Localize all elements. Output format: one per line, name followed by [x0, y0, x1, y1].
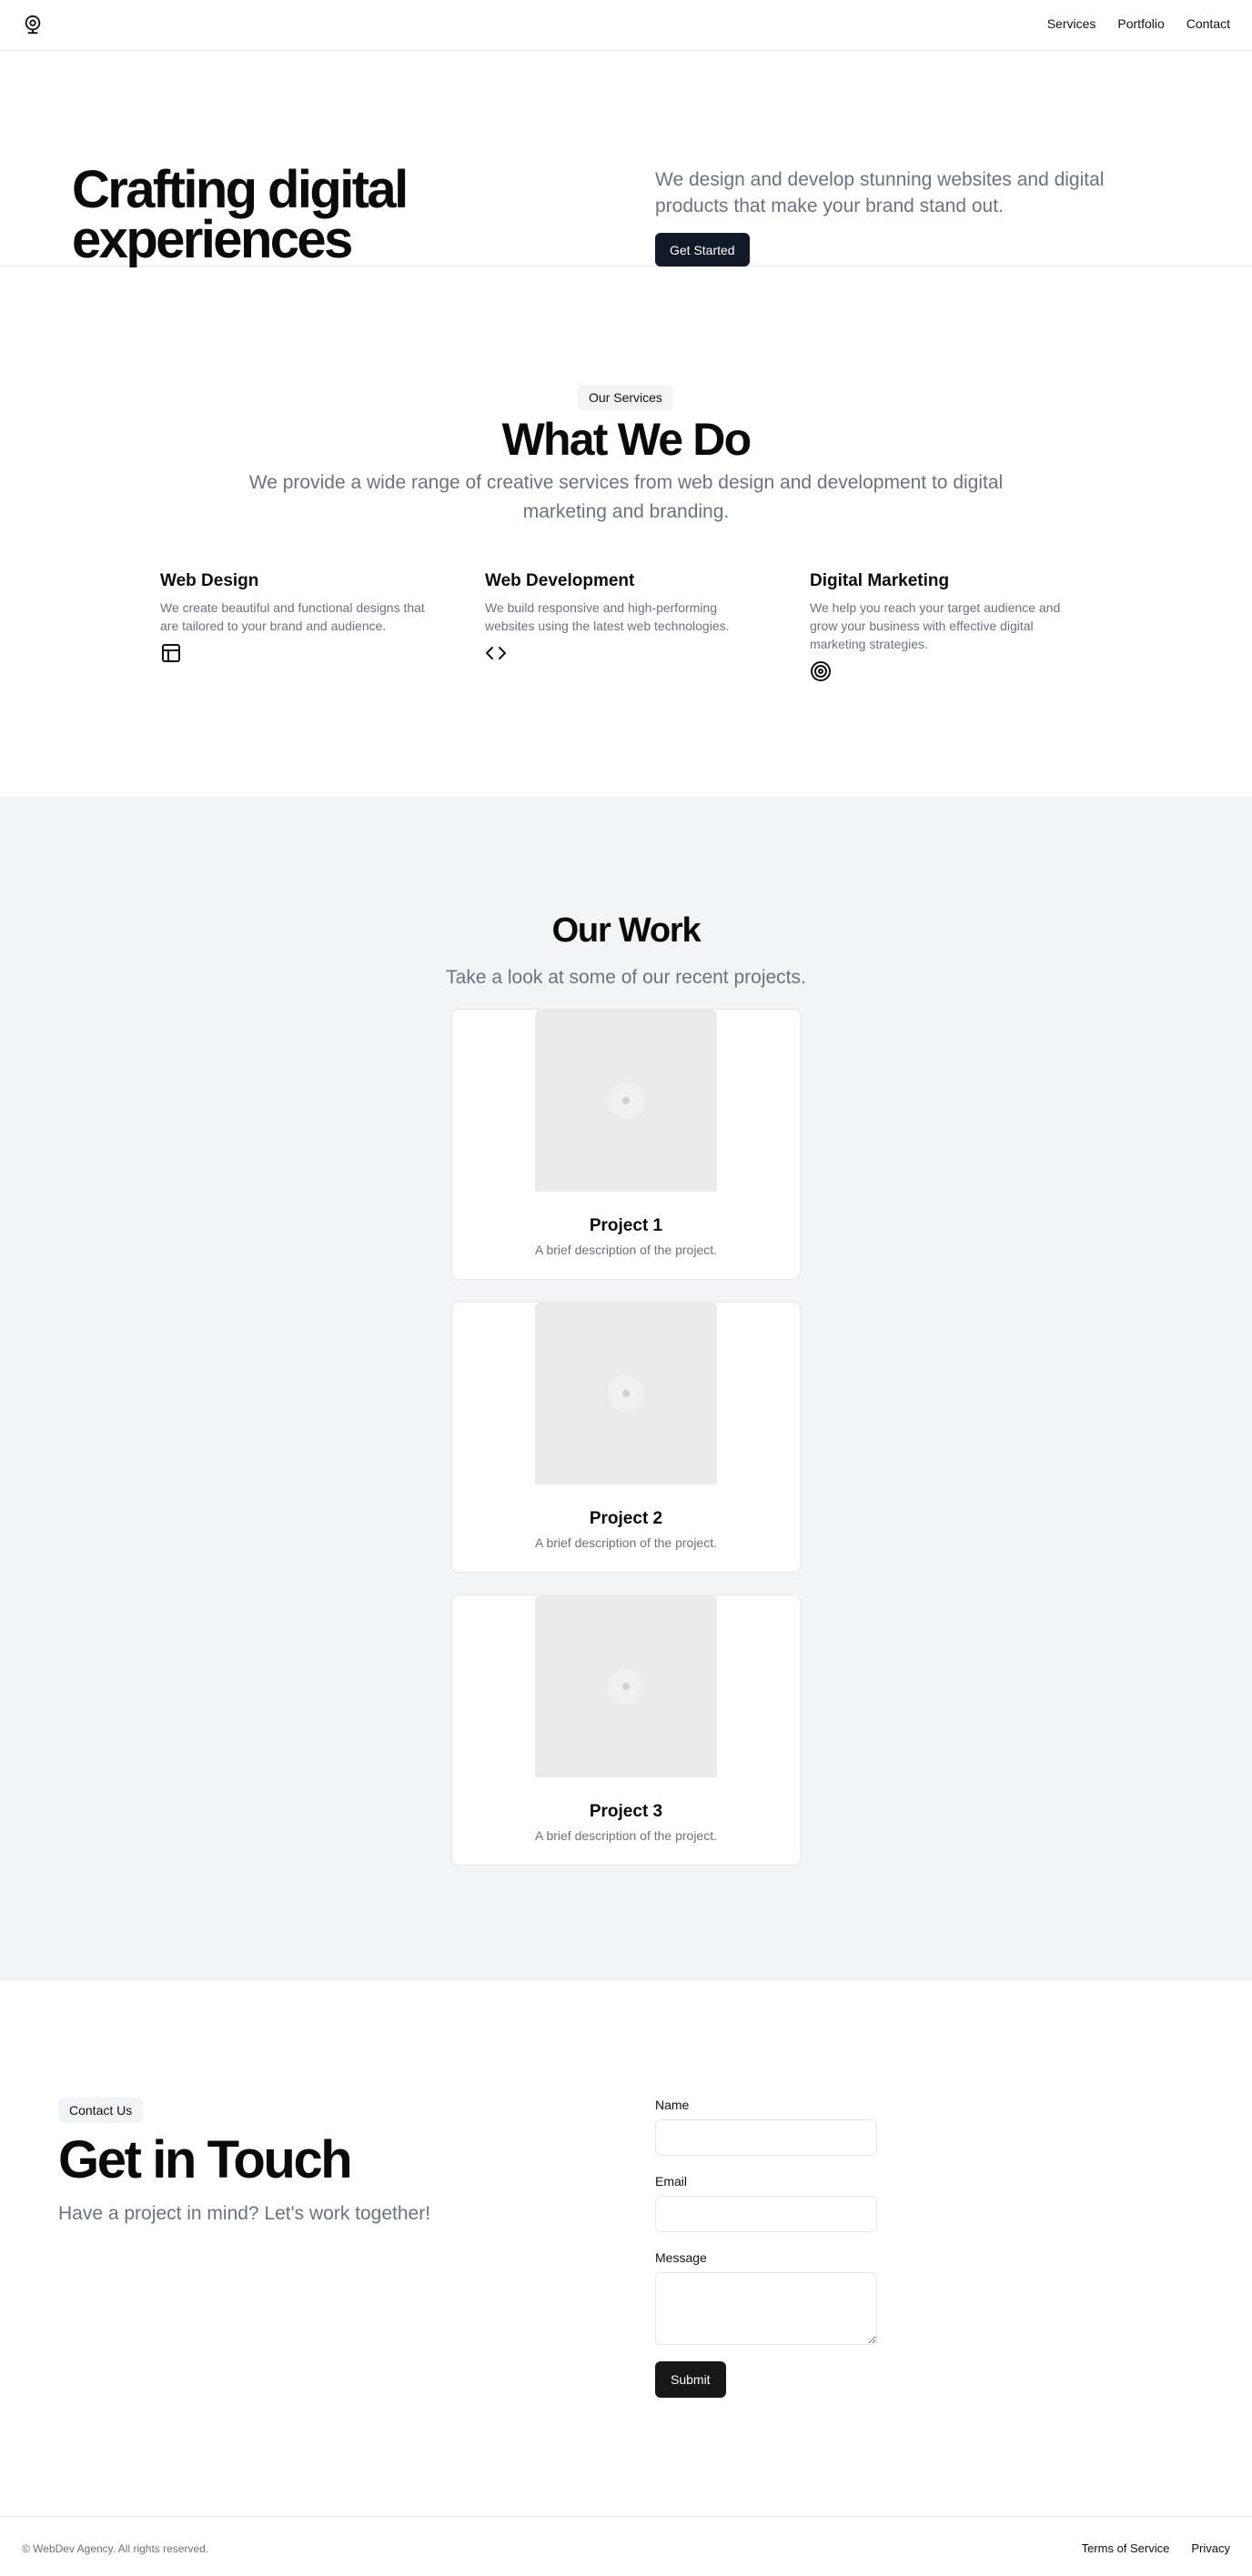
contact-title: Get in Touch — [58, 2130, 353, 2189]
terms-link[interactable]: Terms of Service — [1082, 2541, 1170, 2555]
submit-button[interactable]: Submit — [655, 2361, 726, 2398]
nav-link-portfolio[interactable]: Portfolio — [1117, 16, 1164, 31]
project-description: A brief description of the project. — [535, 1535, 717, 1550]
name-field[interactable] — [655, 2119, 877, 2156]
service-card-web-development: Web Development We build responsive and … — [485, 571, 758, 664]
code-icon — [486, 647, 506, 659]
message-field[interactable] — [655, 2272, 877, 2345]
email-field[interactable] — [655, 2196, 877, 2232]
project-card[interactable]: Project 3 A brief description of the pro… — [451, 1595, 801, 1866]
contact-section: Contact Us Get in Touch Have a project i… — [0, 1981, 1252, 2516]
service-description: We build responsive and high-performing … — [485, 600, 730, 633]
layout-icon — [162, 644, 180, 662]
services-subtitle: We provide a wide range of creative serv… — [248, 472, 1004, 522]
service-title: Digital Marketing — [810, 571, 950, 590]
webcam-icon[interactable] — [23, 15, 43, 35]
contact-badge: Contact Us — [58, 2098, 144, 2123]
services-title: What We Do — [501, 414, 752, 465]
main-nav: Services Portfolio Contact — [1047, 16, 1230, 31]
service-description: We help you reach your target audience a… — [810, 600, 1061, 651]
services-section: Our Services What We Do We provide a wid… — [0, 267, 1252, 797]
service-card-digital-marketing: Digital Marketing We help you reach your… — [810, 571, 1083, 682]
service-title: Web Development — [485, 571, 635, 590]
placeholder-dot — [622, 1683, 630, 1690]
project-title: Project 2 — [589, 1509, 663, 1528]
project-card[interactable]: Project 2 A brief description of the pro… — [451, 1302, 801, 1573]
service-title: Web Design — [160, 571, 259, 590]
site-footer: © WebDev Agency. All rights reserved. Te… — [0, 2516, 1252, 2576]
project-image-placeholder — [535, 1595, 717, 1777]
privacy-link[interactable]: Privacy — [1191, 2541, 1230, 2555]
project-description: A brief description of the project. — [535, 1828, 717, 1843]
copyright-text: © WebDev Agency. All rights reserved. — [22, 2542, 209, 2555]
get-started-button[interactable]: Get Started — [655, 233, 750, 267]
work-title: Our Work — [551, 911, 702, 950]
name-label: Name — [655, 2098, 690, 2112]
contact-subtitle: Have a project in mind? Let's work toget… — [58, 2203, 431, 2224]
service-description: We create beautiful and functional desig… — [160, 600, 425, 633]
contact-form: Name Email Message Submit — [655, 2098, 877, 2398]
project-image-placeholder — [535, 1010, 717, 1192]
nav-link-contact[interactable]: Contact — [1186, 16, 1230, 31]
target-icon — [811, 661, 831, 681]
footer-nav: Terms of Service Privacy — [1082, 2541, 1230, 2555]
project-image-placeholder — [535, 1303, 717, 1484]
project-card[interactable]: Project 1 A brief description of the pro… — [451, 1009, 801, 1280]
work-subtitle: Take a look at some of our recent projec… — [446, 967, 806, 988]
project-title: Project 3 — [589, 1802, 663, 1821]
placeholder-dot — [622, 1097, 630, 1104]
message-label: Message — [655, 2250, 707, 2265]
hero-title: Crafting digital experiences — [72, 160, 409, 269]
hero-subtitle: We design and develop stunning websites … — [655, 169, 1105, 216]
hero-section: Crafting digital experiences We design a… — [0, 52, 1252, 267]
services-badge: Our Services — [578, 385, 673, 410]
project-description: A brief description of the project. — [535, 1243, 717, 1257]
service-card-web-design: Web Design We create beautiful and funct… — [160, 571, 433, 664]
placeholder-dot — [622, 1390, 630, 1397]
project-title: Project 1 — [589, 1216, 663, 1235]
nav-link-services[interactable]: Services — [1047, 16, 1096, 31]
work-section: Our Work Take a look at some of our rece… — [0, 797, 1252, 1981]
site-header: Services Portfolio Contact — [0, 0, 1252, 51]
email-label: Email — [655, 2174, 688, 2189]
